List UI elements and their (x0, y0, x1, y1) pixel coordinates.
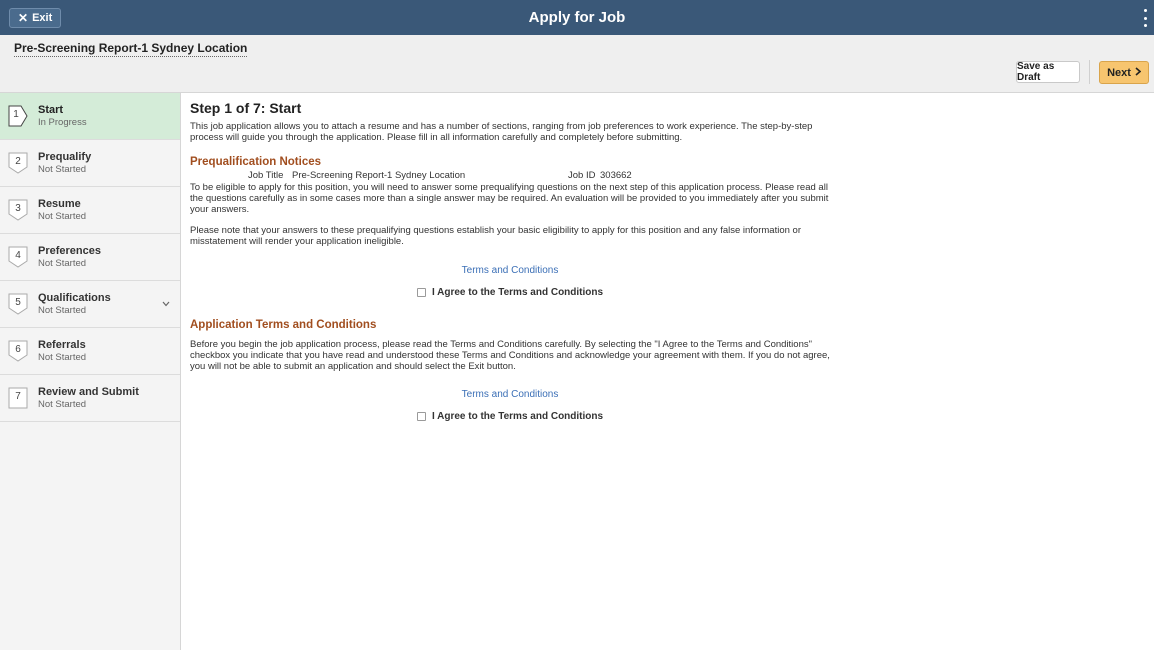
job-title-header: Pre-Screening Report-1 Sydney Location (14, 41, 248, 57)
agree-terms-row: I Agree to the Terms and Conditions (190, 411, 830, 422)
step-name: Qualifications (38, 292, 111, 304)
next-button[interactable]: Next (1099, 61, 1149, 84)
step-name: Review and Submit (38, 386, 139, 398)
exit-button[interactable]: ✕ Exit (9, 8, 62, 28)
step-status: Not Started (38, 164, 87, 175)
subheader: Pre-Screening Report-1 Sydney Location S… (0, 35, 1154, 93)
prequal-paragraph-1: To be eligible to apply for this positio… (190, 182, 829, 215)
application-terms-heading: Application Terms and Conditions (190, 319, 377, 331)
step-status: Not Started (38, 211, 87, 222)
job-title-label: Job Title (248, 170, 284, 181)
agree-terms-label: I Agree to the Terms and Conditions (431, 287, 604, 298)
step-number-badge: 6 (8, 340, 28, 362)
step-status: Not Started (38, 352, 87, 363)
intro-text: This job application allows you to attac… (190, 121, 813, 143)
prequalification-heading: Prequalification Notices (190, 156, 322, 168)
step-number-badge: 1 (8, 105, 28, 127)
agree-terms-checkbox[interactable] (416, 288, 426, 297)
step-number-badge: 4 (8, 246, 28, 268)
chevron-down-icon[interactable] (162, 299, 170, 310)
step-status: Not Started (38, 399, 87, 410)
agree-terms-label: I Agree to the Terms and Conditions (431, 411, 604, 422)
next-label: Next (1107, 66, 1131, 79)
step-preferences[interactable]: 4 Preferences Not Started (0, 234, 180, 281)
step-review-and-submit[interactable]: 7 Review and Submit Not Started (0, 375, 180, 422)
job-id-label: Job ID (568, 170, 596, 181)
step-start[interactable]: 1 Start In Progress (0, 93, 180, 140)
terms-link[interactable]: Terms and Conditions (190, 389, 830, 400)
step-referrals[interactable]: 6 Referrals Not Started (0, 328, 180, 375)
step-navigation: 1 Start In Progress 2 Prequalify Not Sta… (0, 93, 181, 650)
step-name: Prequalify (38, 151, 92, 163)
chevron-right-icon (1135, 66, 1142, 79)
step-name: Start (38, 104, 64, 116)
step-status: Not Started (38, 305, 87, 316)
step-name: Resume (38, 198, 81, 210)
step-number-badge: 2 (8, 152, 28, 174)
save-as-draft-button[interactable]: Save as Draft (1016, 61, 1080, 83)
toolbar-divider (1089, 60, 1090, 84)
step-number-badge: 3 (8, 199, 28, 221)
step-status: In Progress (38, 117, 87, 128)
agree-terms-row: I Agree to the Terms and Conditions (190, 287, 830, 298)
step-name: Preferences (38, 245, 101, 257)
terms-link[interactable]: Terms and Conditions (190, 265, 830, 276)
prequal-paragraph-2: Please note that your answers to these p… (190, 225, 801, 247)
step-name: Referrals (38, 339, 86, 351)
step-resume[interactable]: 3 Resume Not Started (0, 187, 180, 234)
job-info-line: Job Title Pre-Screening Report-1 Sydney … (190, 170, 830, 182)
step-status: Not Started (38, 258, 87, 269)
application-terms-text: Before you begin the job application pro… (190, 339, 830, 372)
step-prequalify[interactable]: 2 Prequalify Not Started (0, 140, 180, 187)
exit-label: Exit (32, 12, 53, 24)
step-heading: Step 1 of 7: Start (190, 100, 302, 116)
main-content: Step 1 of 7: Start This job application … (190, 100, 830, 422)
close-icon: ✕ (18, 11, 29, 25)
step-number-badge: 7 (8, 387, 28, 409)
agree-terms-checkbox[interactable] (416, 412, 426, 421)
step-qualifications[interactable]: 5 Qualifications Not Started (0, 281, 180, 328)
job-id-value: 303662 (600, 170, 632, 181)
job-title-value: Pre-Screening Report-1 Sydney Location (292, 170, 466, 181)
more-options-icon[interactable] (1142, 9, 1148, 27)
step-number-badge: 5 (8, 293, 28, 315)
top-banner: ✕ Exit Apply for Job (0, 0, 1154, 35)
page-title: Apply for Job (528, 9, 626, 26)
